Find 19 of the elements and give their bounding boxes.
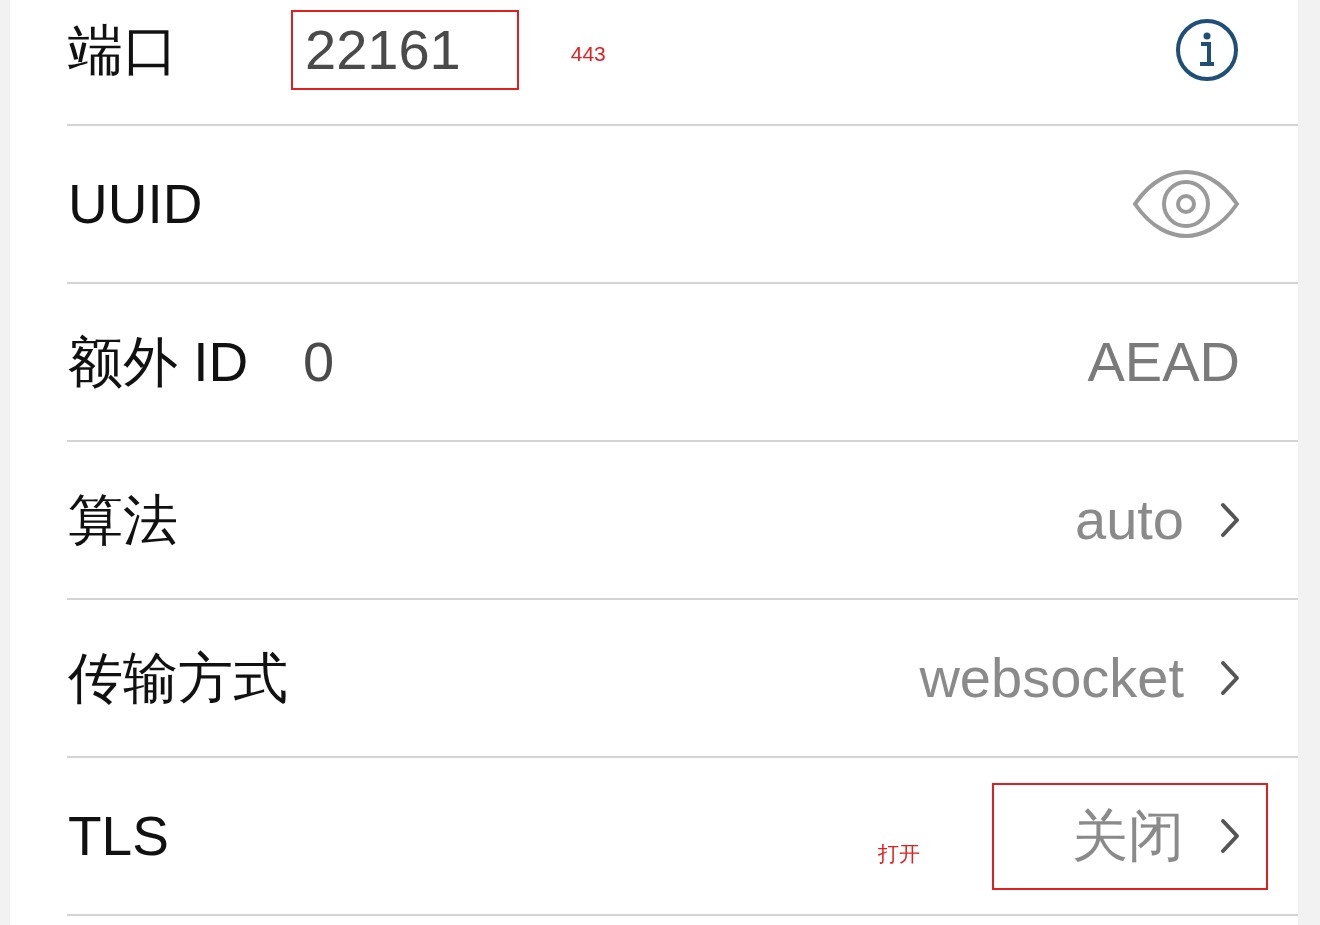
field-label: 传输方式 (68, 645, 288, 711)
eye-icon[interactable] (1132, 169, 1240, 239)
field-label: 算法 (68, 487, 178, 553)
info-icon[interactable] (1174, 17, 1240, 83)
annotation-note: 443 (570, 41, 606, 67)
field-value: 0 (302, 334, 335, 390)
chevron-icon (1220, 502, 1240, 538)
field-detail: AEAD (1087, 329, 1240, 395)
field-label: 端口 (68, 17, 179, 83)
chevron-icon (1220, 660, 1240, 696)
field-label: UUID (68, 171, 203, 237)
field-label: 额外 ID (68, 329, 250, 395)
annotation-note: 打开 (878, 841, 920, 868)
field-value: 22161 (291, 10, 519, 90)
field-detail: websocket (919, 645, 1184, 711)
field-detail: auto (1075, 487, 1184, 553)
chevron-icon (1220, 818, 1240, 854)
field-label: TLS (68, 803, 169, 869)
field-detail: 关闭 (1072, 803, 1184, 869)
